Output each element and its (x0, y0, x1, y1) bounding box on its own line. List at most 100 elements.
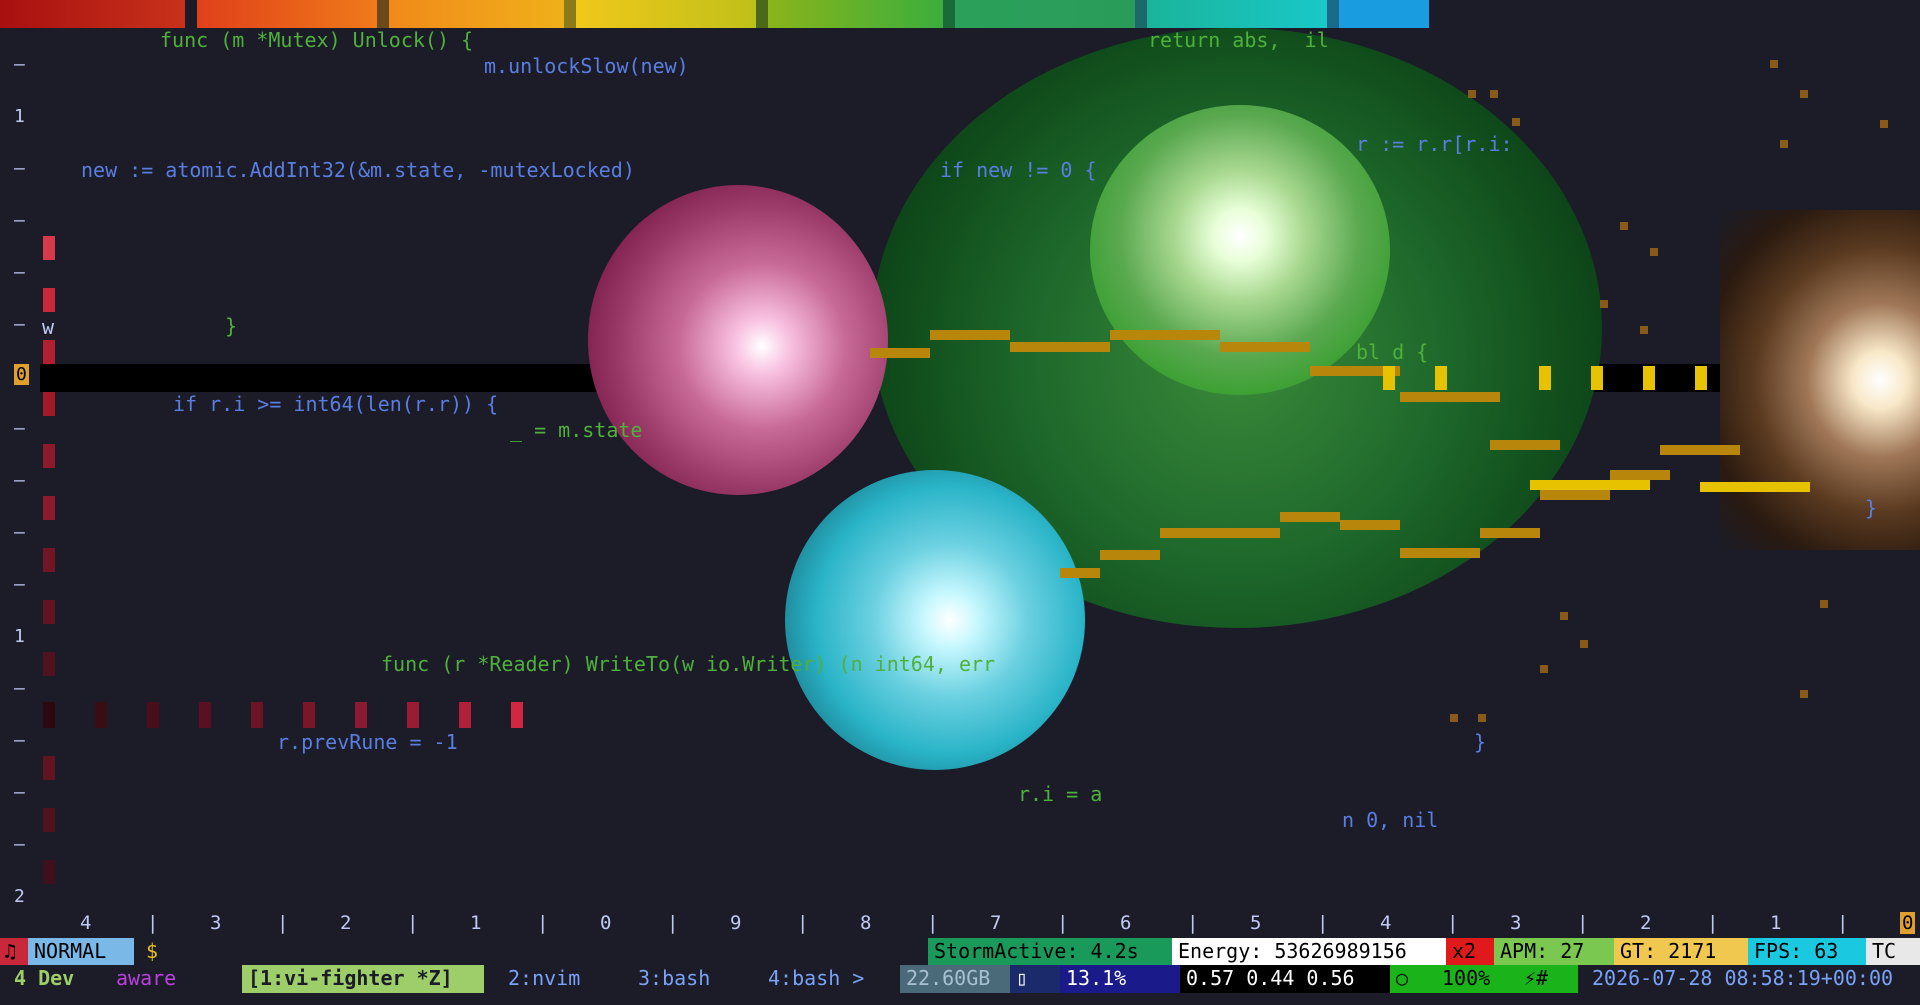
line-number: — (14, 158, 25, 179)
aware-label: aware (116, 966, 177, 990)
cursor-column-cell (43, 652, 55, 676)
cursor-column-cell (43, 444, 55, 468)
cursor-line-number: 0 (14, 364, 29, 385)
cursor-row-cell (459, 702, 471, 728)
ruler-tick: | (797, 912, 809, 934)
code-line: n 0, nil (1342, 808, 1439, 832)
spark (1820, 600, 1828, 608)
cursor-row-cell (251, 702, 263, 728)
lightning-segment (1340, 520, 1400, 530)
cursor-row-cell (407, 702, 419, 728)
tmux-window-tab[interactable]: [1:vi-fighter *Z] (242, 965, 484, 993)
ruler-tick: 3 (1510, 912, 1522, 934)
cursor-row-cell (303, 702, 315, 728)
line-number: — (14, 522, 25, 543)
cursor-row-cell (95, 702, 107, 728)
enemy-sprite (1720, 210, 1920, 550)
ruler-tick: 4 (1380, 912, 1392, 934)
cursor-column-cell (43, 548, 55, 572)
energy-token (1643, 366, 1655, 390)
lightning-segment (1610, 470, 1670, 480)
line-number: — (14, 262, 25, 283)
ruler-tick: | (407, 912, 419, 934)
lightning-segment (1100, 550, 1160, 560)
line-number: — (14, 678, 25, 699)
cursor-column-cell (43, 600, 55, 624)
load-average: 0.57 0.44 0.56 (1180, 965, 1390, 993)
spark (1620, 222, 1628, 230)
code-line: if new != 0 { (940, 158, 1097, 182)
code-line: func (r *Reader) WriteTo(w io.Writer) (n… (381, 652, 996, 676)
spark (1770, 60, 1778, 68)
memory-icon: ▯ (1010, 965, 1060, 993)
disk-usage: 22.60GB (900, 965, 1010, 993)
cursor-column-cell (43, 756, 55, 780)
code-line: new := atomic.AddInt32(&m.state, -mutexL… (81, 158, 635, 182)
code-line: bl d { (1356, 340, 1429, 364)
line-number: — (14, 574, 25, 595)
line-number: — (14, 470, 25, 491)
ruler-tick: 6 (1120, 912, 1132, 934)
ruler-tick: | (1447, 912, 1459, 934)
storm-indicator: StormActive: 4.2s (928, 938, 1172, 965)
cursor-column-cell (43, 288, 55, 312)
spark (1650, 248, 1658, 256)
energy-token (1383, 366, 1395, 390)
energy-counter: Energy: 53626989156 (1172, 938, 1446, 965)
cursor-row-cell (43, 702, 55, 728)
lightning-segment (1480, 528, 1540, 538)
line-number: — (14, 834, 25, 855)
cursor-column-cell (43, 860, 55, 884)
cursor-column-cell (43, 340, 55, 364)
code-line: return abs, il (1148, 28, 1329, 52)
lightning-segment (1110, 330, 1220, 340)
cursor-row-cell (147, 702, 159, 728)
lightning-segment (1540, 490, 1610, 500)
game-time-counter: GT: 2171 (1614, 938, 1748, 965)
energy-token (1539, 366, 1551, 390)
spark (1600, 300, 1608, 308)
ruler-tick: 9 (730, 912, 742, 934)
spark (1478, 714, 1486, 722)
ruler-tick: | (1317, 912, 1329, 934)
ruler-tick: 1 (1770, 912, 1782, 934)
battery-level: 100% (1436, 965, 1518, 993)
fps-counter: FPS: 63 (1748, 938, 1866, 965)
lightning-segment (1220, 342, 1310, 352)
ruler-tick: 5 (1250, 912, 1262, 934)
code-line: } (225, 314, 238, 338)
ruler-tick: 8 (860, 912, 872, 934)
ruler-tick: | (1577, 912, 1589, 934)
ruler-tick: | (927, 912, 939, 934)
line-number: — (14, 782, 25, 803)
mode-indicator: NORMAL (28, 938, 134, 965)
energy-token (1591, 366, 1603, 390)
spark (1800, 690, 1808, 698)
cpu-usage: 13.1% (1060, 965, 1180, 993)
lightning-segment (1660, 445, 1740, 455)
code-line: if r.i >= int64(len(r.r)) { (173, 392, 499, 416)
code-line: _ = m.state (510, 418, 643, 442)
spark (1468, 90, 1476, 98)
tmux-status-bar: 4 Dev aware [1:vi-fighter *Z] 2:nvim 3:b… (0, 965, 1920, 993)
code-line: } (1474, 730, 1487, 754)
cursor-column-cell (43, 236, 55, 260)
lightning-segment (1400, 548, 1480, 558)
tmux-window-tab[interactable]: 3:bash (632, 965, 732, 993)
spark (1490, 90, 1498, 98)
ruler-tick: | (1057, 912, 1069, 934)
line-number: 1 (14, 626, 25, 647)
ruler-tick: 2 (1640, 912, 1652, 934)
ruler-tick: 4 (80, 912, 92, 934)
lightning-segment (1400, 392, 1500, 402)
code-line: func (m *Mutex) Unlock() { (160, 28, 474, 52)
battery-icon: ○ (1390, 965, 1436, 993)
ruler-tick: 0 (600, 912, 612, 934)
tmux-window-tab[interactable]: 2:nvim (502, 965, 602, 993)
lightning-segment (1160, 528, 1280, 538)
spark (1450, 714, 1458, 722)
spark (1780, 140, 1788, 148)
session-name[interactable]: 4 Dev (8, 965, 108, 993)
code-line: } (1865, 496, 1878, 520)
tmux-window-tab[interactable]: 4:bash > (762, 965, 892, 993)
